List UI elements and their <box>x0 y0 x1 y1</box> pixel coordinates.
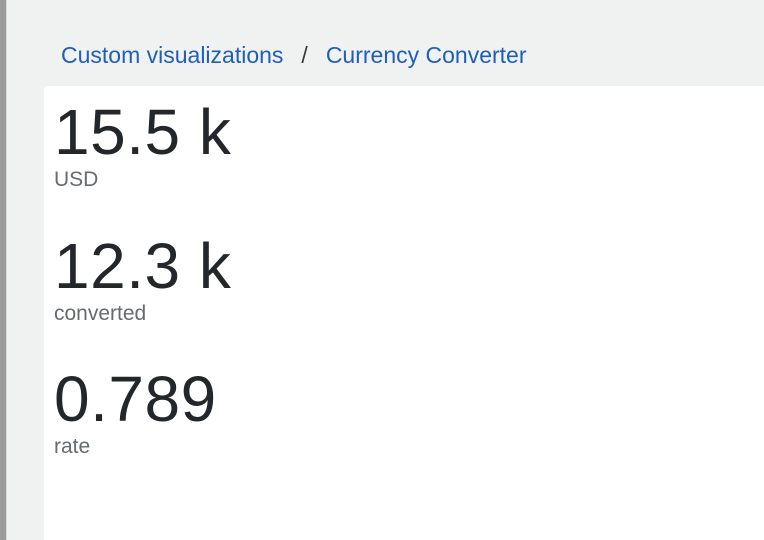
metric-value: 0.789 <box>54 363 217 435</box>
visualization-panel: 15.5 k USD 12.3 k converted 0.789 rate <box>44 86 764 540</box>
metric-value: 12.3 k <box>54 230 232 302</box>
breadcrumb-separator: / <box>301 41 308 68</box>
metric-usd: 15.5 k USD <box>54 100 231 192</box>
metric-label: converted <box>54 302 147 325</box>
metric-label: USD <box>54 168 99 191</box>
breadcrumb-link-currency-converter[interactable]: Currency Converter <box>326 42 527 69</box>
metric-value: 15.5 k <box>54 96 232 168</box>
metric-label: rate <box>54 435 91 458</box>
metric-rate: 0.789 rate <box>54 367 217 459</box>
breadcrumb: Custom visualizations / Currency Convert… <box>61 40 527 70</box>
page: Custom visualizations / Currency Convert… <box>0 0 764 540</box>
metric-converted: 12.3 k converted <box>54 234 231 326</box>
left-border-highlight <box>6 0 7 540</box>
breadcrumb-link-custom-visualizations[interactable]: Custom visualizations <box>61 42 283 69</box>
